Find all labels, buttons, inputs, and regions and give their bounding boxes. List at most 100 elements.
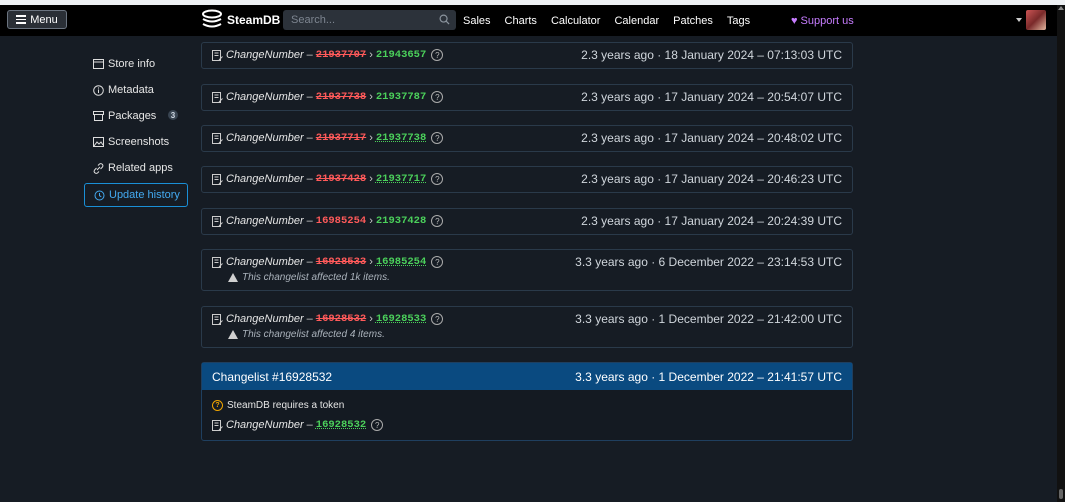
timestamp: 2.3 years ago · 17 January 2024 – 20:54:… — [581, 90, 842, 104]
document-edit-icon — [212, 215, 223, 227]
new-value: 16928532 — [315, 419, 367, 431]
sidebar-item-label: Metadata — [108, 84, 154, 96]
document-edit-icon — [212, 256, 223, 268]
caret-down-icon — [1016, 18, 1022, 22]
document-edit-icon — [212, 132, 223, 144]
document-edit-icon — [212, 91, 223, 103]
sidebar-item-update-history[interactable]: Update history — [84, 183, 188, 207]
old-value: 21937717 — [315, 132, 367, 144]
separator: – — [306, 132, 313, 144]
new-value: 21943657 — [375, 49, 427, 61]
note-text: This changelist affected 4 items. — [242, 329, 385, 340]
top-navbar: Menu SteamDB Sales Charts Calculator Cal… — [0, 5, 1057, 36]
search-icon[interactable] — [439, 14, 450, 25]
history-row: ChangeNumber – 21937717 › 21937738 ? 2.3… — [201, 125, 853, 152]
history-row: ChangeNumber – 21937707 › 21943657 ? 2.3… — [201, 42, 853, 69]
changelist-title[interactable]: Changelist #16928532 — [212, 370, 332, 384]
user-menu[interactable] — [1016, 10, 1046, 30]
sidebar-item-label: Screenshots — [108, 136, 170, 148]
field-name: ChangeNumber — [226, 132, 304, 144]
history-icon — [94, 190, 105, 200]
steamdb-logo-icon — [202, 9, 222, 28]
arrow-icon: › — [369, 256, 373, 268]
help-icon[interactable]: ? — [431, 91, 444, 103]
old-value: 21937428 — [315, 173, 367, 185]
sidebar-item-label: Related apps — [108, 162, 173, 174]
sidebar-item-label: Store info — [108, 58, 156, 70]
new-value: 21937787 — [375, 91, 427, 103]
help-icon[interactable]: ? — [431, 313, 444, 325]
menu-label: Menu — [30, 13, 58, 26]
timestamp: 3.3 years ago · 1 December 2022 – 21:42:… — [575, 312, 842, 326]
document-edit-icon — [212, 173, 223, 185]
steamdb-logo[interactable]: SteamDB — [201, 9, 280, 31]
help-icon[interactable]: ? — [431, 256, 444, 268]
change-entry: ChangeNumber – 21937717 › 21937738 ? — [212, 132, 444, 144]
nav-link-patches[interactable]: Patches — [673, 15, 713, 27]
link-icon — [93, 162, 104, 174]
old-value: 16928532 — [315, 313, 367, 325]
help-icon[interactable]: ? — [431, 215, 444, 227]
warning-icon — [228, 330, 238, 339]
history-row: ChangeNumber – 16928533 › 16985254 ? 3.3… — [201, 249, 853, 291]
question-icon: ? — [212, 400, 223, 411]
field-name: ChangeNumber — [226, 215, 304, 227]
note-text: This changelist affected 1k items. — [242, 272, 390, 283]
heart-icon: ♥ — [791, 15, 798, 27]
separator: – — [306, 419, 313, 431]
change-entry: ChangeNumber – 16928532 ? — [212, 419, 384, 431]
old-value: 16985254 — [315, 215, 367, 227]
info-icon — [93, 84, 104, 96]
separator: – — [306, 256, 313, 268]
help-icon[interactable]: ? — [431, 132, 444, 144]
search-box[interactable] — [283, 10, 456, 30]
menu-button[interactable]: Menu — [7, 10, 67, 29]
nav-link-calendar[interactable]: Calendar — [614, 15, 659, 27]
document-edit-icon — [212, 313, 223, 325]
help-icon[interactable]: ? — [431, 173, 444, 185]
affected-items-note: This changelist affected 4 items. — [228, 329, 385, 340]
packages-count-badge: 3 — [168, 110, 178, 120]
field-name: ChangeNumber — [226, 49, 304, 61]
search-input[interactable] — [289, 13, 433, 27]
separator: – — [306, 173, 313, 185]
history-row: ChangeNumber – 21937428 › 21937717 ? 2.3… — [201, 166, 853, 193]
token-notice: ? SteamDB requires a token — [212, 400, 344, 411]
nav-link-sales[interactable]: Sales — [463, 15, 491, 27]
timestamp: 3.3 years ago · 6 December 2022 – 23:14:… — [575, 255, 842, 269]
field-name: ChangeNumber — [226, 313, 304, 325]
new-value: 16928533 — [375, 313, 427, 325]
sidebar-item-label: Packages — [108, 110, 157, 122]
scroll-up-icon[interactable] — [1058, 6, 1064, 10]
history-row: ChangeNumber – 16928532 › 16928533 ? 3.3… — [201, 306, 853, 348]
field-name: ChangeNumber — [226, 91, 304, 103]
new-value: 21937717 — [375, 173, 427, 185]
support-link[interactable]: ♥ Support us — [791, 15, 854, 27]
sidebar-item-related-apps[interactable]: Related apps — [84, 156, 188, 180]
page-scrollbar[interactable] — [1057, 5, 1065, 502]
sidebar-item-packages[interactable]: Packages 3 — [84, 104, 188, 128]
changelist-header: Changelist #16928532 3.3 years ago · 1 D… — [202, 363, 852, 390]
scroll-thumb[interactable] — [1059, 489, 1063, 499]
separator: – — [306, 49, 313, 61]
new-value: 16985254 — [375, 256, 427, 268]
nav-link-calculator[interactable]: Calculator — [551, 15, 601, 27]
change-entry: ChangeNumber – 16928532 › 16928533 ? — [212, 313, 444, 325]
brand-name: SteamDB — [227, 13, 281, 27]
sidebar-item-screenshots[interactable]: Screenshots — [84, 130, 188, 154]
avatar[interactable] — [1026, 10, 1046, 30]
change-entry: ChangeNumber – 21937428 › 21937717 ? — [212, 173, 444, 185]
app-sidebar: Store info Metadata Packages 3 Screensho… — [84, 52, 188, 209]
help-icon[interactable]: ? — [371, 419, 384, 431]
sidebar-item-store-info[interactable]: Store info — [84, 52, 188, 76]
arrow-icon: › — [369, 132, 373, 144]
old-value: 16928533 — [315, 256, 367, 268]
separator: – — [306, 215, 313, 227]
warning-icon — [228, 273, 238, 282]
nav-link-tags[interactable]: Tags — [727, 15, 750, 27]
change-entry: ChangeNumber – 21937707 › 21943657 ? — [212, 49, 444, 61]
help-icon[interactable]: ? — [431, 49, 444, 61]
sidebar-item-metadata[interactable]: Metadata — [84, 78, 188, 102]
timestamp: 2.3 years ago · 17 January 2024 – 20:46:… — [581, 172, 842, 186]
nav-link-charts[interactable]: Charts — [505, 15, 537, 27]
